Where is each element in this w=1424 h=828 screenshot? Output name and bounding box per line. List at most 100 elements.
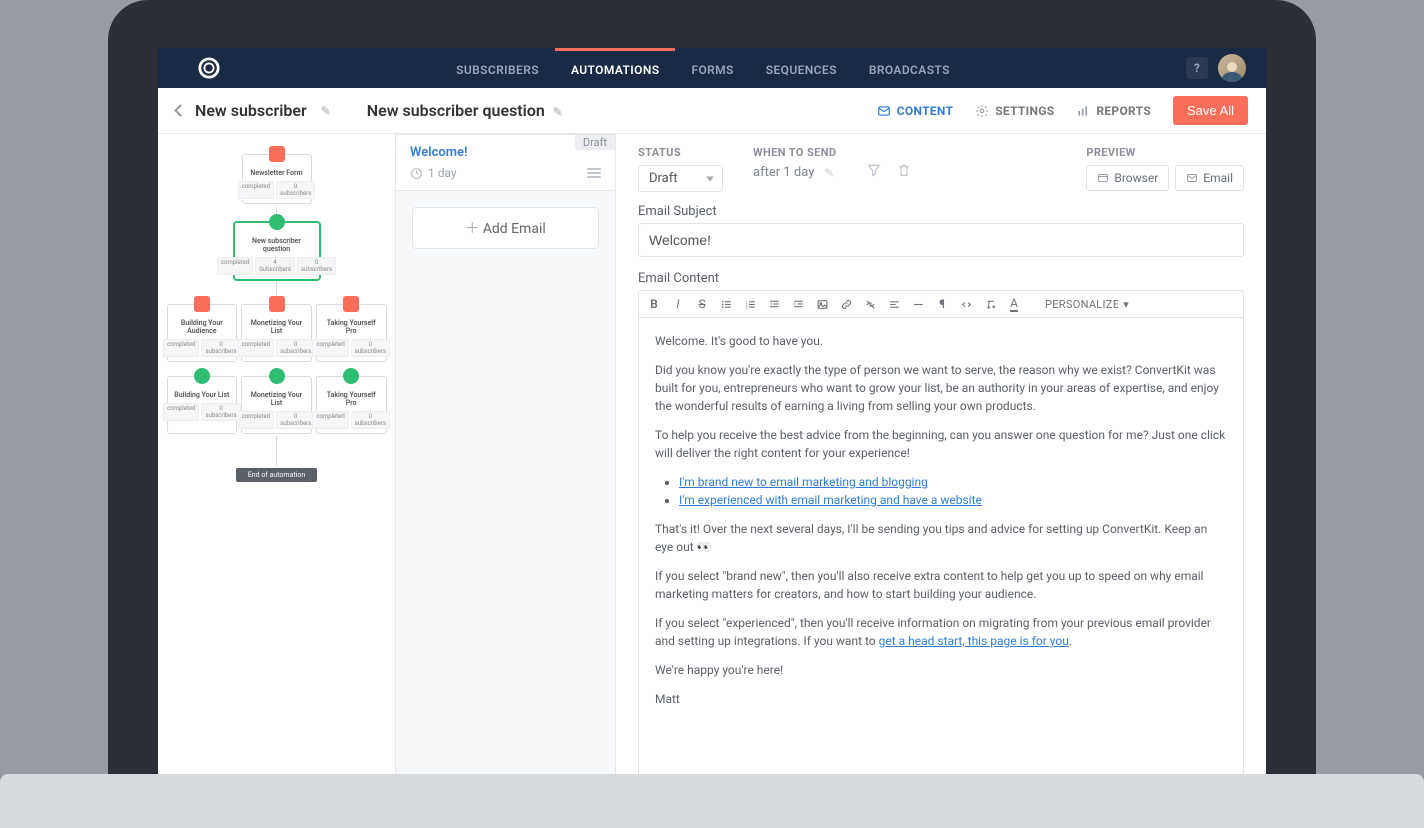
nav-sequences[interactable]: SEQUENCES — [750, 48, 853, 88]
form-badge-icon — [269, 146, 285, 162]
flow-node-branch[interactable]: Building Your Listcompleted0 subscribers — [167, 376, 238, 434]
link-icon[interactable] — [839, 298, 853, 311]
personalize-dropdown[interactable]: PERSONALIZE ▾ — [1045, 298, 1129, 311]
subject-input[interactable] — [638, 223, 1244, 257]
edit-sequence-icon[interactable]: ✎ — [553, 105, 563, 119]
branch-badge-icon — [269, 296, 285, 312]
filter-icon[interactable] — [866, 162, 882, 178]
node-title: Taking Yourself Pro — [321, 391, 382, 407]
user-avatar[interactable] — [1218, 54, 1246, 82]
status-select[interactable]: Draft — [638, 165, 723, 192]
flow-node-branch[interactable]: Taking Yourself Procompleted0 subscriber… — [316, 376, 387, 434]
nav-broadcasts[interactable]: BROADCASTS — [853, 48, 966, 88]
node-title: New subscriber question — [239, 237, 315, 253]
body-link[interactable]: I'm brand new to email marketing and blo… — [679, 475, 928, 489]
edit-when-icon[interactable]: ✎ — [824, 166, 834, 180]
subnav-content[interactable]: CONTENT — [877, 104, 953, 118]
browser-icon — [1097, 172, 1109, 184]
add-email-button[interactable]: ＋ Add Email — [412, 207, 599, 249]
nav-subscribers[interactable]: SUBSCRIBERS — [440, 48, 555, 88]
convertkit-logo — [198, 57, 220, 79]
unlink-icon[interactable] — [863, 298, 877, 311]
subnav-settings-label: SETTINGS — [995, 104, 1054, 118]
personalize-label: PERSONALIZE — [1045, 298, 1119, 311]
body-link[interactable]: get a head start, this page is for you — [879, 634, 1069, 648]
flow-node-form[interactable]: Newsletter Form completed0 subscribers — [242, 154, 312, 204]
flow-node-branch[interactable]: Building Your Audiencecompleted0 subscri… — [167, 304, 238, 362]
preview-browser-button[interactable]: Browser — [1086, 165, 1169, 191]
save-all-button[interactable]: Save All — [1173, 96, 1248, 125]
flow-node-branch[interactable]: Taking Yourself Procompleted0 subscriber… — [316, 304, 387, 362]
text-color-icon[interactable]: A — [1007, 296, 1021, 312]
indent-icon[interactable] — [791, 298, 805, 311]
ul-icon[interactable] — [719, 298, 733, 311]
chip: 0 subscribers — [201, 339, 240, 357]
top-nav: SUBSCRIBERS AUTOMATIONS FORMS SEQUENCES … — [158, 48, 1266, 88]
envelope-icon — [1186, 172, 1198, 184]
when-value: after 1 day — [753, 165, 814, 180]
chip: 0 subscribers — [201, 403, 240, 421]
clear-format-icon[interactable] — [983, 298, 997, 311]
node-title: Monetizing Your List — [246, 391, 307, 407]
flow-node-branch[interactable]: Monetizing Your Listcompleted0 subscribe… — [241, 376, 312, 434]
body-p: Welcome. It's good to have you. — [655, 332, 1227, 350]
trash-icon[interactable] — [896, 162, 912, 178]
mail-icon — [877, 104, 891, 118]
node-title: Building Your List — [172, 391, 233, 399]
preview-email-button[interactable]: Email — [1175, 165, 1244, 191]
nav-forms[interactable]: FORMS — [675, 48, 749, 88]
sequence-badge-icon — [269, 214, 285, 230]
branch-badge-icon — [343, 296, 359, 312]
clock-icon — [410, 167, 423, 180]
italic-icon[interactable]: I — [671, 297, 685, 311]
emails-panel: Draft Welcome! 1 day ＋ Add Email — [396, 134, 616, 828]
preview-browser-label: Browser — [1114, 171, 1158, 185]
automation-flow-panel: Newsletter Form completed0 subscribers N… — [158, 134, 396, 828]
draft-badge: Draft — [575, 135, 615, 150]
body-p: That's it! Over the next several days, I… — [655, 520, 1227, 556]
body-link[interactable]: I'm experienced with email marketing and… — [679, 493, 982, 507]
help-button[interactable]: ? — [1186, 57, 1208, 79]
chip: completed — [217, 257, 253, 275]
breadcrumb-back[interactable]: New subscriber — [195, 101, 307, 120]
plus-icon: ＋ — [465, 221, 479, 237]
status-label: STATUS — [638, 146, 723, 159]
body-p: If you select "brand new", then you'll a… — [655, 567, 1227, 603]
ol-icon[interactable]: 123 — [743, 298, 757, 311]
outdent-icon[interactable] — [767, 298, 781, 311]
email-body-editor[interactable]: Welcome. It's good to have you. Did you … — [638, 317, 1244, 809]
body-p: If you select "experienced", then you'll… — [655, 614, 1227, 650]
hr-icon[interactable] — [911, 298, 925, 311]
chip: completed — [163, 403, 199, 421]
nav-automations[interactable]: AUTOMATIONS — [555, 48, 675, 88]
subnav-reports[interactable]: REPORTS — [1076, 104, 1151, 118]
edit-name-icon[interactable]: ✎ — [321, 104, 331, 118]
align-icon[interactable] — [887, 298, 901, 311]
subnav-content-label: CONTENT — [897, 104, 953, 118]
flow-node-question[interactable]: New subscriber question completed4 Subsc… — [234, 222, 320, 280]
drag-handle-icon[interactable] — [587, 168, 601, 178]
node-title: Taking Yourself Pro — [321, 319, 382, 335]
code-icon[interactable] — [959, 298, 973, 311]
back-chevron-icon[interactable] — [174, 104, 187, 117]
flow-node-branch[interactable]: Monetizing Your Listcompleted0 subscribe… — [241, 304, 312, 362]
body-p: We're happy you're here! — [655, 661, 1227, 679]
paragraph-icon[interactable]: ¶ — [935, 297, 949, 311]
bold-icon[interactable]: B — [647, 297, 661, 311]
subnav-settings[interactable]: SETTINGS — [975, 104, 1054, 118]
chip: completed — [312, 339, 348, 357]
subject-label: Email Subject — [638, 204, 1244, 219]
when-label: WHEN TO SEND — [753, 146, 836, 159]
branch-badge-icon — [269, 368, 285, 384]
preview-email-label: Email — [1203, 171, 1233, 185]
add-email-label: Add Email — [483, 221, 546, 237]
bars-icon — [1076, 104, 1090, 118]
image-icon[interactable] — [815, 298, 829, 311]
chip: 0 subscribers — [276, 181, 315, 199]
email-list-item[interactable]: Draft Welcome! 1 day — [396, 134, 615, 191]
strike-icon[interactable]: S — [695, 297, 709, 311]
svg-text:3: 3 — [745, 305, 747, 309]
chip: completed — [163, 339, 199, 357]
branch-badge-icon — [194, 368, 210, 384]
content-label: Email Content — [638, 271, 1244, 286]
